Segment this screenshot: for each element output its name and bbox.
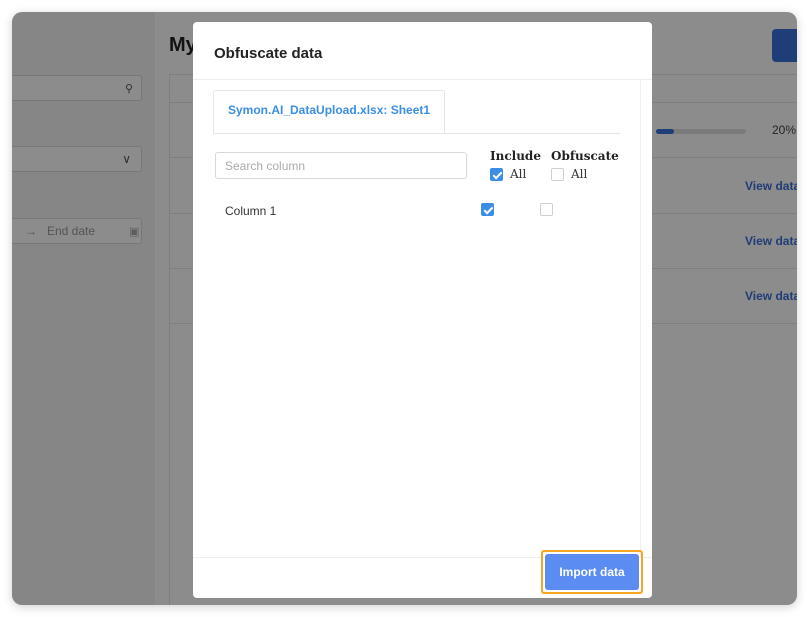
include-column-1-checkbox[interactable] [481,203,494,216]
include-header: Include [490,149,541,163]
tab-sheet1[interactable]: Symon.AI_DataUpload.xlsx: Sheet1 [213,90,446,134]
column-name: Column 1 [225,204,277,218]
search-column-input[interactable] [215,152,467,179]
obfuscate-all-label: All [571,167,588,181]
dialog-header: Obfuscate data [193,22,652,80]
dialog-scrollbar[interactable] [640,80,641,557]
app-window: My ⚲ ∨ → End date ▣ 20% View data View d… [12,12,797,605]
tab-divider [213,133,620,134]
include-all-checkbox[interactable] [490,168,503,181]
obfuscate-column-1-checkbox[interactable] [540,203,553,216]
obfuscate-all-checkbox[interactable] [551,168,564,181]
include-all-label: All [510,167,527,181]
obfuscate-data-dialog: Obfuscate data Symon.AI_DataUpload.xlsx:… [193,22,652,598]
obfuscate-header: Obfuscate [551,149,619,163]
dialog-title: Obfuscate data [214,45,323,62]
import-data-button[interactable]: Import data [545,554,639,590]
